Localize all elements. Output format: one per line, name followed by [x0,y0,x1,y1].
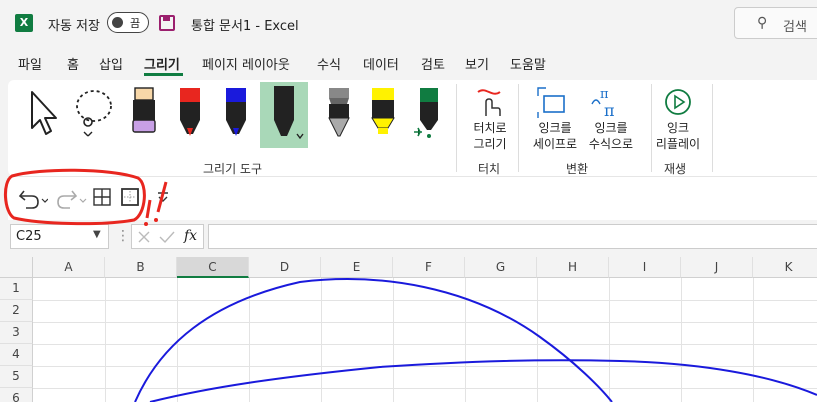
tab-home[interactable]: 홈 [67,54,79,73]
formula-controls: fx [131,224,204,249]
touch-group-label: 터치 [478,162,501,176]
tab-data[interactable]: 데이터 [363,54,399,73]
formula-input[interactable] [208,224,817,249]
eraser-icon [132,87,156,133]
insert-function-button[interactable]: fx [184,228,197,244]
draw-with-touch-label: 터치로 그리기 [473,121,507,151]
tab-page-layout[interactable]: 페이지 레이아웃 [202,54,290,73]
search-label: 검색 [783,20,807,35]
lasso-select-tool[interactable] [72,84,118,142]
replay-group-label: 재생 [664,162,687,176]
tab-view[interactable]: 보기 [465,54,489,73]
black-pen-tool[interactable] [260,82,308,148]
pencil-icon [328,88,350,137]
autosave-toggle[interactable]: 끔 [107,12,149,33]
document-title: 통합 문서1 - Excel [191,19,299,34]
ink-replay-label: 잉크 리플레이 [655,121,701,151]
highlighter-icon [371,88,395,134]
name-box[interactable]: C25 ▼ [10,224,109,249]
tab-review[interactable]: 검토 [421,54,445,73]
drawing-tools-group-label: 그리기 도구 [203,162,263,176]
tab-draw[interactable]: 그리기 [144,54,180,73]
ink-replay-icon [665,89,691,115]
excel-logo-icon: X [15,14,33,32]
lasso-icon [76,90,112,137]
blue-pen-icon [226,88,246,136]
tab-insert[interactable]: 삽입 [99,54,123,73]
ink-to-math-icon: π π [591,87,615,120]
action-pen-icon [414,88,438,138]
title-bar: X 자동 저장 끔 통합 문서1 - Excel ⚲ 검색 [0,0,817,46]
convert-group-label: 변환 [566,162,589,176]
select-tool[interactable] [26,84,64,142]
svg-text:π: π [600,87,609,102]
group-divider [456,84,457,172]
group-divider [518,84,519,172]
svg-text:π: π [604,101,615,120]
ink-to-math-label: 잉크를 수식으로 [588,121,634,151]
red-pen-icon [180,88,200,136]
eraser-tool[interactable] [126,84,164,142]
search-icon: ⚲ [757,15,768,31]
ink-to-shape-icon [537,87,565,118]
blue-ink-drawing [134,278,817,402]
draw-with-touch-button[interactable] [470,84,510,120]
ribbon-panel: 그리기 도구 터치로 그리기 터치 잉크를 세이프로 π π 잉크를 수식으로 … [8,80,817,176]
autosave-label: 자동 저장 [48,19,100,34]
action-pen-tool[interactable] [410,84,448,142]
pencil-tool[interactable] [320,84,358,142]
ink-to-shape-button[interactable] [534,84,570,120]
cancel-icon[interactable] [136,229,152,245]
more-options-icon[interactable]: ⋮ [116,228,130,244]
search-box[interactable]: ⚲ 검색 [734,7,817,39]
ink-to-math-button[interactable]: π π [588,84,624,120]
active-tab-indicator [144,73,183,76]
ribbon-tabs: 파일 홈 삽입 그리기 페이지 레이아웃 수식 데이터 검토 보기 도움말 [0,46,817,80]
worksheet-grid[interactable]: A B C D E F G H I J K 1 2 3 4 5 6 [0,257,817,402]
red-ink-annotation [4,168,168,226]
ink-replay-button[interactable] [660,84,696,120]
highlighter-tool[interactable] [364,84,402,142]
red-pen-tool[interactable] [172,84,210,142]
name-box-value: C25 [16,229,42,244]
group-divider [712,84,713,172]
enter-checkmark-icon[interactable] [158,229,176,245]
autosave-state: 끔 [130,17,141,30]
tab-help[interactable]: 도움말 [510,54,546,73]
save-icon[interactable] [159,15,175,31]
toggle-knob [112,17,123,28]
pointer-arrow-icon [31,91,57,135]
black-pen-icon [274,86,304,140]
blue-pen-tool[interactable] [218,84,256,142]
tab-formulas[interactable]: 수식 [317,54,341,73]
tab-file[interactable]: 파일 [18,54,42,73]
touch-draw-icon [477,89,501,116]
ink-to-shape-label: 잉크를 세이프로 [532,121,578,151]
chevron-down-icon[interactable]: ▼ [93,229,101,240]
